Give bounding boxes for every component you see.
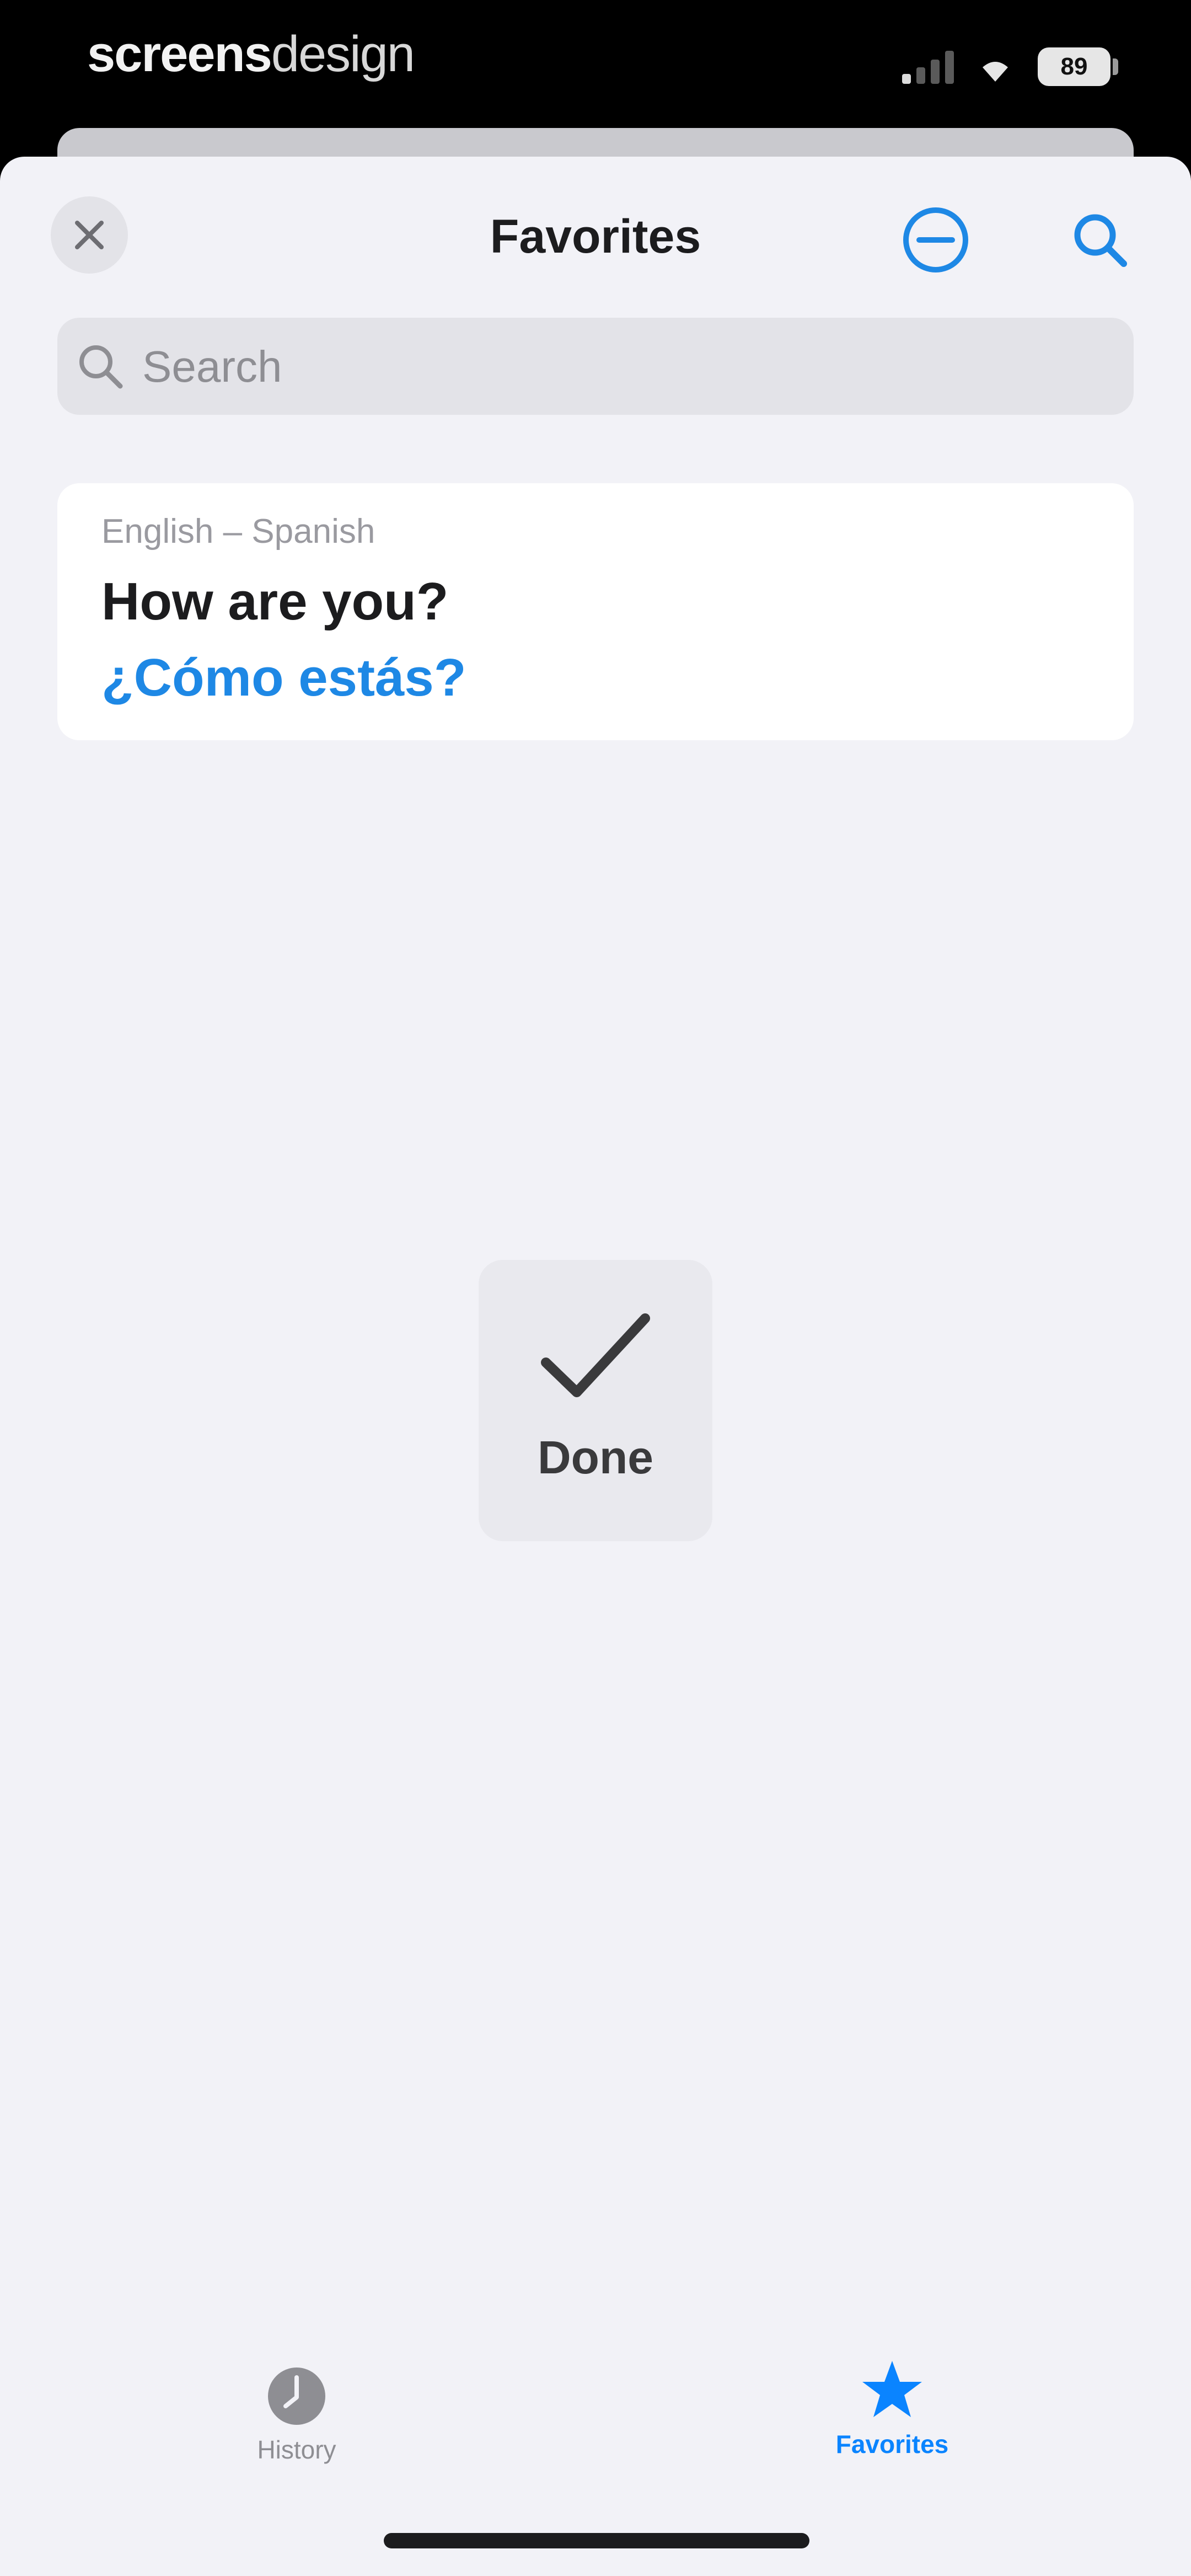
page-title: Favorites bbox=[490, 210, 701, 263]
language-pair: English – Spanish bbox=[101, 512, 375, 551]
checkmark-icon bbox=[541, 1313, 650, 1397]
clock-icon bbox=[268, 2367, 325, 2425]
search-field-icon bbox=[79, 345, 123, 389]
search-field[interactable] bbox=[57, 318, 1134, 415]
search-button[interactable] bbox=[1064, 204, 1136, 276]
close-button[interactable] bbox=[51, 196, 128, 274]
search-icon bbox=[1074, 214, 1127, 267]
favorite-card[interactable]: English – Spanish How are you? ¿Cómo est… bbox=[57, 483, 1134, 740]
tab-favorites[interactable]: Favorites bbox=[776, 2358, 1008, 2459]
watermark-logo: screensdesign bbox=[87, 25, 415, 83]
source-phrase: How are you? bbox=[101, 572, 449, 631]
status-bar: screensdesign 89 bbox=[0, 0, 1191, 127]
watermark-light: design bbox=[271, 26, 415, 82]
remove-button[interactable] bbox=[900, 204, 972, 276]
tab-favorites-label: Favorites bbox=[835, 2430, 949, 2459]
watermark-bold: screens bbox=[87, 26, 272, 82]
home-indicator bbox=[384, 2533, 809, 2548]
tab-history-label: History bbox=[257, 2435, 336, 2464]
done-label: Done bbox=[538, 1431, 653, 1483]
translated-phrase: ¿Cómo estás? bbox=[101, 648, 466, 707]
favorites-sheet: Favorites English – Spanish How are you? bbox=[0, 157, 1191, 2576]
tab-history[interactable]: History bbox=[181, 2363, 412, 2465]
star-icon bbox=[862, 2361, 922, 2417]
app-screen: screensdesign 89 Favorites Search Englis… bbox=[0, 0, 1191, 2576]
battery-icon: 89 bbox=[1038, 47, 1110, 86]
done-hud: Done bbox=[479, 1260, 712, 1541]
minus-circle-icon bbox=[903, 207, 968, 272]
battery-tip bbox=[1113, 58, 1118, 75]
cellular-signal-icon bbox=[902, 49, 957, 84]
search-input[interactable] bbox=[141, 334, 1081, 399]
wifi-icon bbox=[983, 62, 1008, 82]
close-icon bbox=[75, 221, 104, 249]
